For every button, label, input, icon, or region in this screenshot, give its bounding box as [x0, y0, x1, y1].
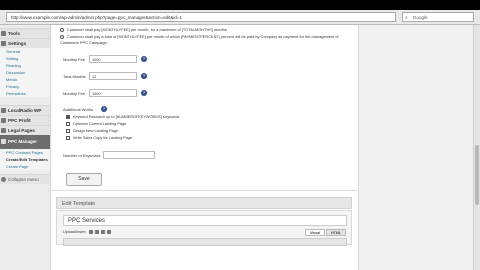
sidebar-subitem-contract-pages[interactable]: PPC Contract Pages — [0, 149, 50, 156]
checkbox-design-landing[interactable]: Design New Landing Page — [66, 129, 118, 133]
radio-label: Customer shall pay a total of [MONTHLYFE… — [60, 34, 339, 45]
plugin-icon — [1, 139, 6, 144]
section-label: Additional Works — [63, 107, 93, 112]
field-label: Monthly Fee — [63, 57, 86, 62]
image-icon[interactable] — [94, 230, 99, 234]
checkbox-keyword-research[interactable]: Keyword Research up to [NUMBEROFKEYWORDS… — [66, 115, 179, 119]
checkbox-label: Optimize Current Landing Page — [73, 122, 127, 126]
section-title: Edit Template — [62, 201, 96, 207]
edit-template-header: Edit Template — [56, 197, 352, 209]
search-engine-label: Google — [413, 15, 428, 20]
checkbox[interactable] — [66, 129, 70, 133]
checkbox-optimize-landing[interactable]: Optimize Current Landing Page — [66, 122, 126, 126]
radio-label: Customer shall pay [MONTHLYFEE] per mont… — [67, 27, 227, 32]
sidebar-subitem-reading[interactable]: Reading — [0, 62, 50, 69]
upload-insert-bar: Upload/Insert — [63, 230, 111, 234]
sidebar-subitem-privacy[interactable]: Privacy — [0, 83, 50, 90]
browser-search-box[interactable]: ⌕ Google — [402, 12, 474, 22]
plugin-icon — [1, 118, 6, 123]
scrollbar[interactable] — [473, 25, 480, 270]
help-icon[interactable]: ? — [141, 56, 147, 62]
editor-toolbar[interactable] — [63, 238, 347, 246]
video-icon[interactable] — [100, 230, 105, 234]
sidebar-item-legal-pages[interactable]: Legal Pages — [0, 125, 50, 135]
divider — [52, 190, 358, 191]
payment-option-1[interactable]: Customer shall pay [MONTHLYFEE] per mont… — [60, 27, 227, 32]
search-icon: ⌕ — [405, 15, 408, 21]
tab-visual[interactable]: Visual — [305, 229, 325, 236]
additional-works-label: Additional Works ? — [63, 106, 107, 112]
sidebar-item-ppc-profit[interactable]: PPC Profit — [0, 115, 50, 125]
sidebar-item-ppc-manager[interactable]: PPC Manager — [0, 135, 50, 149]
collapse-menu-button[interactable]: Collapse menu — [0, 174, 50, 184]
sidebar-item-label: LocalRadio WP — [8, 108, 42, 113]
plugin-icon — [1, 128, 6, 133]
sidebar-item-label: Settings — [8, 41, 27, 46]
help-icon[interactable]: ? — [141, 73, 147, 79]
monthly-fee-2-input[interactable]: 1000 — [89, 89, 137, 97]
keywords-input[interactable] — [103, 151, 155, 159]
collapse-icon — [1, 177, 6, 182]
radio-button[interactable] — [60, 27, 64, 32]
checkbox-label: Write Sales Copy for Landing Page — [73, 136, 133, 140]
field-label: Number of Keywords — [63, 153, 101, 158]
plugin-icon — [1, 108, 6, 113]
sidebar-item-label: Tools — [8, 31, 20, 36]
sidebar-item-label: PPC Profit — [8, 118, 31, 123]
collapse-label: Collapse menu — [8, 177, 39, 182]
sidebar-subitem-permalinks[interactable]: Permalinks — [0, 90, 50, 97]
checkbox-label: Keyword Research up to [NUMBEROFKEYWORDS… — [73, 115, 180, 119]
radio-button[interactable] — [60, 34, 64, 39]
settings-icon — [1, 41, 6, 46]
checkbox[interactable] — [66, 115, 70, 119]
tab-html[interactable]: HTML — [326, 229, 346, 236]
save-button[interactable]: Save — [66, 173, 102, 186]
help-icon[interactable]: ? — [101, 106, 107, 112]
sidebar-item-tools[interactable]: Tools — [0, 28, 50, 38]
browser-toolbar: http://www.example.com/wp-admin/admin.ph… — [0, 10, 480, 25]
upload-label: Upload/Insert — [63, 230, 86, 234]
tools-icon — [1, 31, 6, 36]
address-bar[interactable]: http://www.example.com/wp-admin/admin.ph… — [6, 12, 396, 22]
template-title-input[interactable]: PPC Services — [63, 215, 347, 226]
sidebar-subitem-writing[interactable]: Writing — [0, 55, 50, 62]
media-icon[interactable] — [88, 230, 93, 234]
field-label: Monthly Fee — [63, 91, 86, 96]
sidebar-item-label: Legal Pages — [8, 128, 35, 133]
monthly-fee-input[interactable]: 1000 — [89, 55, 137, 63]
sidebar-subitem-discussion[interactable]: Discussion — [0, 69, 50, 76]
field-label: Total Months — [63, 74, 86, 79]
sidebar-subitem-general[interactable]: General — [0, 48, 50, 55]
page-background — [358, 25, 480, 270]
sidebar-item-localradio[interactable]: LocalRadio WP — [0, 105, 50, 115]
audio-icon[interactable] — [106, 230, 111, 234]
checkbox[interactable] — [66, 122, 70, 126]
checkbox-sales-copy[interactable]: Write Sales Copy for Landing Page — [66, 136, 132, 140]
sidebar-subitem-templates[interactable]: Create/Edit Templates — [0, 156, 50, 163]
checkbox-label: Design New Landing Page — [73, 129, 118, 133]
screen-frame: http://www.example.com/wp-admin/admin.ph… — [0, 0, 480, 270]
total-months-input[interactable]: 12 — [89, 72, 137, 80]
admin-sidebar: Tools Settings General Writing Reading D… — [0, 25, 51, 270]
sidebar-subitem-create-page[interactable]: Create Page — [0, 163, 50, 170]
checkbox[interactable] — [66, 136, 70, 140]
sidebar-subitem-media[interactable]: Media — [0, 76, 50, 83]
scrollbar-thumb[interactable] — [475, 145, 479, 205]
sidebar-item-label: PPC Manager — [8, 139, 38, 144]
edit-template-panel: PPC Services Upload/Insert Visual HTML — [56, 210, 352, 246]
payment-option-2[interactable]: Customer shall pay a total of [MONTHLYFE… — [60, 34, 352, 46]
help-icon[interactable]: ? — [141, 90, 147, 96]
sidebar-item-settings[interactable]: Settings — [0, 38, 50, 48]
